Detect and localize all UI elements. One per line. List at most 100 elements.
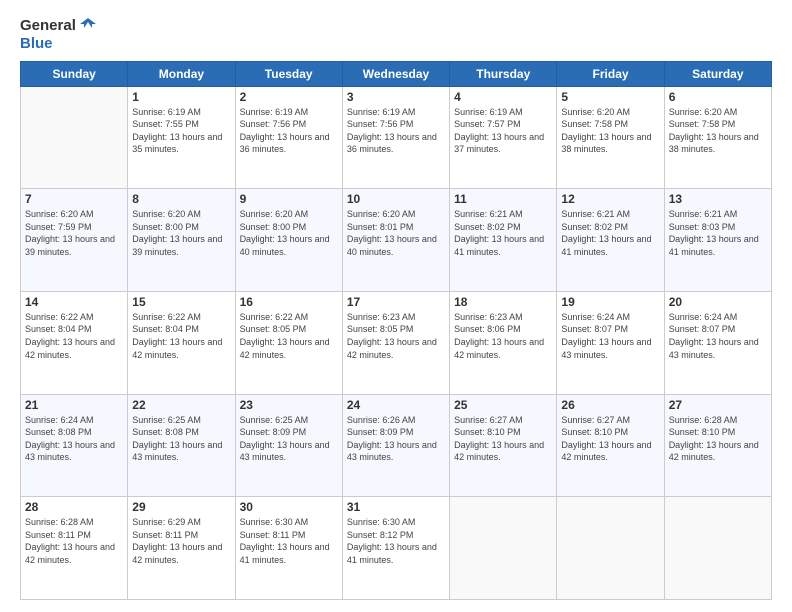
day-number: 11 [454, 192, 552, 206]
day-info: Sunrise: 6:23 AMSunset: 8:06 PMDaylight:… [454, 311, 552, 361]
day-number: 22 [132, 398, 230, 412]
day-info: Sunrise: 6:30 AMSunset: 8:12 PMDaylight:… [347, 516, 445, 566]
calendar-week-row: 28 Sunrise: 6:28 AMSunset: 8:11 PMDayligh… [21, 497, 772, 600]
table-row: 8Sunrise: 6:20 AMSunset: 8:00 PMDaylight… [128, 189, 235, 292]
day-info: Sunrise: 6:29 AMSunset: 8:11 PMDaylight:… [132, 516, 230, 566]
day-info: Sunrise: 6:22 AMSunset: 8:04 PMDaylight:… [25, 311, 123, 361]
table-row [450, 497, 557, 600]
calendar-header-row: SundayMondayTuesdayWednesdayThursdayFrid… [21, 61, 772, 86]
day-info: Sunrise: 6:19 AMSunset: 7:55 PMDaylight:… [132, 106, 230, 156]
day-info: Sunrise: 6:20 AMSunset: 7:58 PMDaylight:… [669, 106, 767, 156]
logo-bird-icon [78, 16, 98, 36]
day-number: 25 [454, 398, 552, 412]
table-row: 18 Sunrise: 6:23 AMSunset: 8:06 PMDayligh… [450, 291, 557, 394]
day-number: 9 [240, 192, 338, 206]
day-number: 1 [132, 90, 230, 104]
day-info: Sunrise: 6:24 AMSunset: 8:07 PMDaylight:… [669, 311, 767, 361]
day-info: Sunrise: 6:20 AMSunset: 8:00 PMDaylight:… [240, 208, 338, 258]
logo-blue: Blue [20, 36, 53, 53]
table-row: 29 Sunrise: 6:29 AMSunset: 8:11 PMDayligh… [128, 497, 235, 600]
calendar-header-friday: Friday [557, 61, 664, 86]
calendar-header-wednesday: Wednesday [342, 61, 449, 86]
table-row: 10 Sunrise: 6:20 AMSunset: 8:01 PMDayligh… [342, 189, 449, 292]
logo-general: General [20, 18, 76, 35]
table-row: 5 Sunrise: 6:20 AMSunset: 7:58 PMDaylight… [557, 86, 664, 189]
day-info: Sunrise: 6:27 AMSunset: 8:10 PMDaylight:… [561, 414, 659, 464]
table-row: 28 Sunrise: 6:28 AMSunset: 8:11 PMDayligh… [21, 497, 128, 600]
logo: General Blue [20, 16, 98, 53]
calendar-week-row: 14 Sunrise: 6:22 AMSunset: 8:04 PMDayligh… [21, 291, 772, 394]
table-row: 3Sunrise: 6:19 AMSunset: 7:56 PMDaylight… [342, 86, 449, 189]
day-number: 10 [347, 192, 445, 206]
day-number: 28 [25, 500, 123, 514]
table-row: 20 Sunrise: 6:24 AMSunset: 8:07 PMDayligh… [664, 291, 771, 394]
table-row: 1 Sunrise: 6:19 AMSunset: 7:55 PMDaylight… [128, 86, 235, 189]
calendar-week-row: 7 Sunrise: 6:20 AMSunset: 7:59 PMDaylight… [21, 189, 772, 292]
table-row: 25 Sunrise: 6:27 AMSunset: 8:10 PMDayligh… [450, 394, 557, 497]
table-row: 12Sunrise: 6:21 AMSunset: 8:02 PMDayligh… [557, 189, 664, 292]
day-number: 13 [669, 192, 767, 206]
calendar-header-saturday: Saturday [664, 61, 771, 86]
table-row: 9 Sunrise: 6:20 AMSunset: 8:00 PMDaylight… [235, 189, 342, 292]
calendar-table: SundayMondayTuesdayWednesdayThursdayFrid… [20, 61, 772, 601]
table-row [21, 86, 128, 189]
day-number: 12 [561, 192, 659, 206]
table-row: 15 Sunrise: 6:22 AMSunset: 8:04 PMDayligh… [128, 291, 235, 394]
logo-container: General Blue [20, 16, 98, 53]
day-info: Sunrise: 6:28 AMSunset: 8:11 PMDaylight:… [25, 516, 123, 566]
calendar-header-monday: Monday [128, 61, 235, 86]
day-number: 4 [454, 90, 552, 104]
day-info: Sunrise: 6:27 AMSunset: 8:10 PMDaylight:… [454, 414, 552, 464]
calendar-header-tuesday: Tuesday [235, 61, 342, 86]
calendar-header-thursday: Thursday [450, 61, 557, 86]
day-number: 27 [669, 398, 767, 412]
table-row: 17Sunrise: 6:23 AMSunset: 8:05 PMDayligh… [342, 291, 449, 394]
table-row: 4 Sunrise: 6:19 AMSunset: 7:57 PMDaylight… [450, 86, 557, 189]
day-info: Sunrise: 6:23 AMSunset: 8:05 PMDaylight:… [347, 311, 445, 361]
day-number: 29 [132, 500, 230, 514]
day-number: 7 [25, 192, 123, 206]
table-row: 14 Sunrise: 6:22 AMSunset: 8:04 PMDayligh… [21, 291, 128, 394]
table-row: 27 Sunrise: 6:28 AMSunset: 8:10 PMDayligh… [664, 394, 771, 497]
table-row: 24 Sunrise: 6:26 AMSunset: 8:09 PMDayligh… [342, 394, 449, 497]
day-info: Sunrise: 6:20 AMSunset: 7:59 PMDaylight:… [25, 208, 123, 258]
day-info: Sunrise: 6:24 AMSunset: 8:08 PMDaylight:… [25, 414, 123, 464]
day-number: 15 [132, 295, 230, 309]
day-info: Sunrise: 6:22 AMSunset: 8:04 PMDaylight:… [132, 311, 230, 361]
table-row: 21Sunrise: 6:24 AMSunset: 8:08 PMDayligh… [21, 394, 128, 497]
day-number: 20 [669, 295, 767, 309]
day-number: 23 [240, 398, 338, 412]
day-info: Sunrise: 6:28 AMSunset: 8:10 PMDaylight:… [669, 414, 767, 464]
day-info: Sunrise: 6:20 AMSunset: 8:01 PMDaylight:… [347, 208, 445, 258]
day-info: Sunrise: 6:19 AMSunset: 7:56 PMDaylight:… [240, 106, 338, 156]
day-info: Sunrise: 6:22 AMSunset: 8:05 PMDaylight:… [240, 311, 338, 361]
table-row: 13 Sunrise: 6:21 AMSunset: 8:03 PMDayligh… [664, 189, 771, 292]
day-number: 8 [132, 192, 230, 206]
day-info: Sunrise: 6:30 AMSunset: 8:11 PMDaylight:… [240, 516, 338, 566]
table-row [557, 497, 664, 600]
day-info: Sunrise: 6:24 AMSunset: 8:07 PMDaylight:… [561, 311, 659, 361]
table-row: 2 Sunrise: 6:19 AMSunset: 7:56 PMDaylight… [235, 86, 342, 189]
day-info: Sunrise: 6:19 AMSunset: 7:57 PMDaylight:… [454, 106, 552, 156]
table-row: 23 Sunrise: 6:25 AMSunset: 8:09 PMDayligh… [235, 394, 342, 497]
table-row: 26 Sunrise: 6:27 AMSunset: 8:10 PMDayligh… [557, 394, 664, 497]
day-info: Sunrise: 6:19 AMSunset: 7:56 PMDaylight:… [347, 106, 445, 156]
day-info: Sunrise: 6:20 AMSunset: 7:58 PMDaylight:… [561, 106, 659, 156]
table-row: 6Sunrise: 6:20 AMSunset: 7:58 PMDaylight… [664, 86, 771, 189]
day-number: 26 [561, 398, 659, 412]
day-number: 5 [561, 90, 659, 104]
table-row: 31Sunrise: 6:30 AMSunset: 8:12 PMDayligh… [342, 497, 449, 600]
day-number: 24 [347, 398, 445, 412]
table-row: 11Sunrise: 6:21 AMSunset: 8:02 PMDayligh… [450, 189, 557, 292]
table-row: 16Sunrise: 6:22 AMSunset: 8:05 PMDayligh… [235, 291, 342, 394]
day-number: 18 [454, 295, 552, 309]
day-number: 14 [25, 295, 123, 309]
day-info: Sunrise: 6:26 AMSunset: 8:09 PMDaylight:… [347, 414, 445, 464]
header: General Blue [20, 16, 772, 53]
calendar-week-row: 21Sunrise: 6:24 AMSunset: 8:08 PMDayligh… [21, 394, 772, 497]
day-info: Sunrise: 6:25 AMSunset: 8:09 PMDaylight:… [240, 414, 338, 464]
day-number: 2 [240, 90, 338, 104]
day-info: Sunrise: 6:21 AMSunset: 8:03 PMDaylight:… [669, 208, 767, 258]
day-info: Sunrise: 6:25 AMSunset: 8:08 PMDaylight:… [132, 414, 230, 464]
table-row: 19Sunrise: 6:24 AMSunset: 8:07 PMDayligh… [557, 291, 664, 394]
